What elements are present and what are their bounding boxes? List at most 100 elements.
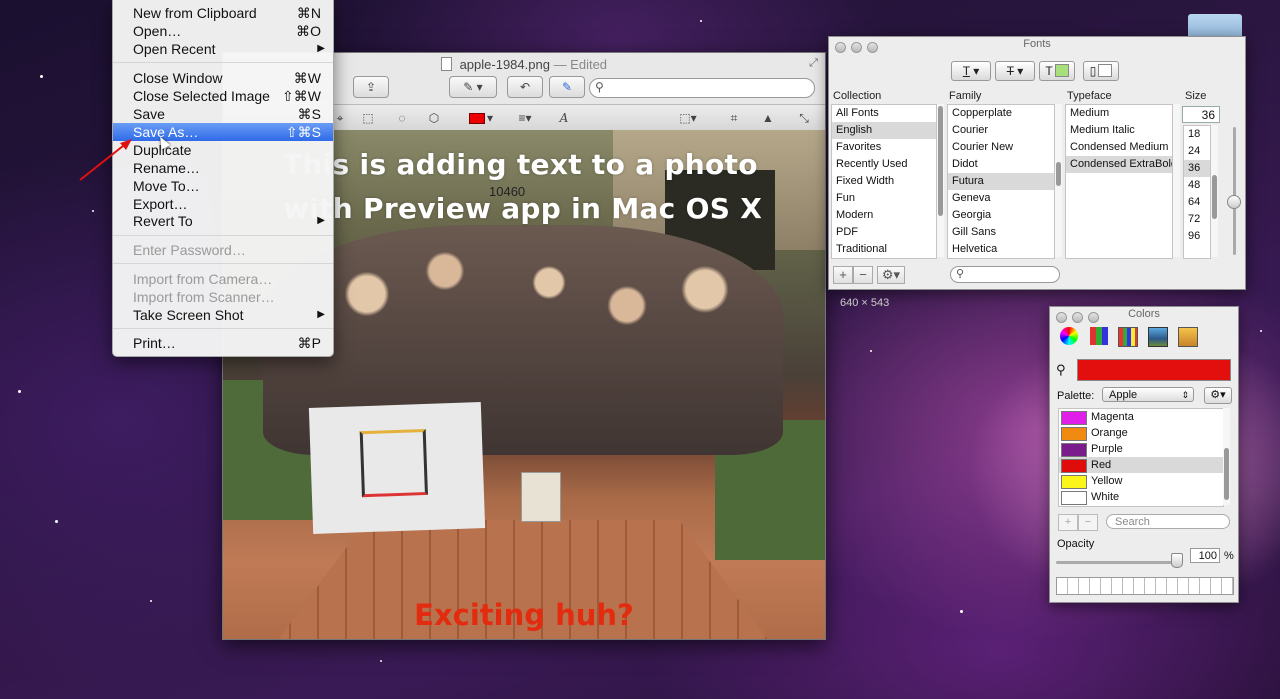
strikethrough-menu-button[interactable]: T ▾	[995, 61, 1035, 81]
palette-scrollbar[interactable]	[1223, 408, 1230, 505]
family-item[interactable]: Georgia	[948, 207, 1054, 224]
text-color-button[interactable]: T	[1039, 61, 1075, 81]
typeface-item[interactable]: Medium Italic	[1066, 122, 1172, 139]
edit-toolbar-button[interactable]: ✎	[549, 76, 585, 98]
collection-item[interactable]: Fun	[832, 190, 936, 207]
crop-icon[interactable]: ⌗	[727, 110, 741, 126]
size-scrollbar[interactable]	[1211, 125, 1218, 257]
family-item[interactable]: Helvetica	[948, 241, 1054, 258]
menu-item-print[interactable]: Print… ⌘P	[113, 334, 333, 352]
menu-item-duplicate[interactable]: Duplicate	[113, 141, 333, 159]
size-item[interactable]: 96	[1184, 228, 1210, 245]
custom-swatches[interactable]	[1056, 577, 1234, 595]
remove-color-button[interactable]: −	[1078, 514, 1098, 531]
palette-item[interactable]: Orange	[1059, 425, 1223, 441]
menu-item-export[interactable]: Export…	[113, 195, 333, 213]
color-sliders-icon[interactable]	[1090, 327, 1108, 345]
opacity-slider[interactable]	[1056, 561, 1178, 564]
palette-item[interactable]: Red	[1059, 457, 1223, 473]
menu-item-move-to[interactable]: Move To…	[113, 177, 333, 195]
overlay-text-line2[interactable]: with Preview app in Mac OS X	[283, 192, 803, 225]
border-color-swatch[interactable]	[469, 113, 485, 124]
collection-item[interactable]: English	[832, 122, 936, 139]
instant-alpha-icon[interactable]: ⬚	[361, 110, 375, 126]
palette-list[interactable]: Magenta Orange Purple Red Yellow White	[1058, 408, 1224, 507]
collection-item[interactable]: PDF	[832, 224, 936, 241]
menu-item-save[interactable]: Save ⌘S	[113, 105, 333, 123]
rotate-button[interactable]: ↶	[507, 76, 543, 98]
palette-item[interactable]: White	[1059, 489, 1223, 505]
size-item[interactable]: 24	[1184, 143, 1210, 160]
family-item[interactable]: Didot	[948, 156, 1054, 173]
collection-item[interactable]: All Fonts	[832, 105, 936, 122]
overlay-text-bottom[interactable]: Exciting huh?	[223, 598, 825, 632]
collection-item[interactable]: Fixed Width	[832, 173, 936, 190]
size-list[interactable]: 18 24 36 48 64 72 96	[1183, 125, 1211, 259]
family-item[interactable]: Courier New	[948, 139, 1054, 156]
menu-item-take-screen-shot[interactable]: Take Screen Shot ▶	[113, 306, 333, 324]
typeface-item[interactable]: Condensed Medium	[1066, 139, 1172, 156]
font-search-input[interactable]: ⚲	[950, 266, 1060, 283]
size-field[interactable]: 36	[1182, 106, 1220, 123]
typeface-item[interactable]: Medium	[1066, 105, 1172, 122]
overlay-text-line1[interactable]: This is adding text to a photo	[283, 148, 803, 181]
menu-item-new-from-clipboard[interactable]: New from Clipboard ⌘N	[113, 4, 333, 22]
document-color-button[interactable]: ▯	[1083, 61, 1119, 81]
palette-item[interactable]: Purple	[1059, 441, 1223, 457]
add-color-button[interactable]: +	[1058, 514, 1078, 531]
size-item[interactable]: 36	[1184, 160, 1210, 177]
size-slider-knob[interactable]	[1227, 195, 1241, 209]
size-item[interactable]: 72	[1184, 211, 1210, 228]
palette-item[interactable]: Yellow	[1059, 473, 1223, 489]
image-palettes-icon[interactable]	[1148, 327, 1168, 347]
size-slider[interactable]	[1233, 127, 1236, 255]
underline-menu-button[interactable]: T ▾	[951, 61, 991, 81]
current-color-well[interactable]	[1077, 359, 1231, 381]
annotate-menu-button[interactable]: ✎ ▾	[449, 76, 497, 98]
opacity-slider-knob[interactable]	[1171, 553, 1183, 568]
palette-item[interactable]: Magenta	[1059, 409, 1223, 425]
collection-item[interactable]: Modern	[832, 207, 936, 224]
family-item[interactable]: Gill Sans	[948, 224, 1054, 241]
shapes-icon[interactable]: ⬡	[427, 110, 441, 126]
remove-collection-button[interactable]: −	[853, 266, 873, 284]
selection-menu-icon[interactable]: ⬚▾	[675, 110, 701, 126]
menu-item-save-as[interactable]: Save As… ⇧⌘S	[113, 123, 333, 141]
size-item[interactable]: 64	[1184, 194, 1210, 211]
family-item[interactable]: Geneva	[948, 190, 1054, 207]
speech-bubble-icon[interactable]: ◌	[395, 110, 409, 126]
family-item[interactable]: Courier	[948, 122, 1054, 139]
adjust-size-icon[interactable]: ⤡	[797, 110, 811, 126]
typeface-list[interactable]: Medium Medium Italic Condensed Medium Co…	[1065, 104, 1173, 259]
menu-item-close-selected-image[interactable]: Close Selected Image ⇧⌘W	[113, 87, 333, 105]
fullscreen-icon[interactable]: ⤢	[807, 57, 820, 70]
select-tool-icon[interactable]: ⌖	[333, 110, 347, 126]
adjust-color-icon[interactable]: ▲	[761, 110, 775, 126]
collection-scrollbar[interactable]	[937, 104, 944, 257]
menu-item-open-recent[interactable]: Open Recent ▶	[113, 40, 333, 58]
typeface-item[interactable]: Condensed ExtraBold	[1066, 156, 1172, 173]
typeface-scrollbar[interactable]	[1173, 104, 1180, 257]
family-list[interactable]: Copperplate Courier Courier New Didot Fu…	[947, 104, 1055, 259]
line-style-icon[interactable]: ≡▾	[513, 110, 537, 126]
collection-item[interactable]: Favorites	[832, 139, 936, 156]
palette-action-button[interactable]: ⚙▾	[1204, 387, 1232, 404]
size-item[interactable]: 48	[1184, 177, 1210, 194]
family-item[interactable]: Futura	[948, 173, 1054, 190]
color-search-input[interactable]: Search	[1106, 514, 1230, 529]
magnifier-icon[interactable]: ⚲	[1056, 362, 1066, 378]
color-palettes-icon[interactable]	[1118, 327, 1138, 347]
text-style-icon[interactable]: A	[557, 110, 571, 126]
menu-item-open[interactable]: Open… ⌘O	[113, 22, 333, 40]
search-input[interactable]: ⚲	[589, 78, 815, 98]
crayons-icon[interactable]	[1178, 327, 1198, 347]
add-collection-button[interactable]: +	[833, 266, 853, 284]
action-menu-button[interactable]: ⚙▾	[877, 266, 905, 284]
menu-item-revert-to[interactable]: Revert To ▶	[113, 212, 333, 230]
menu-item-rename[interactable]: Rename…	[113, 159, 333, 177]
share-button[interactable]: ⇪	[353, 76, 389, 98]
collection-item[interactable]: Recently Used	[832, 156, 936, 173]
family-scrollbar[interactable]	[1055, 104, 1062, 257]
menu-item-close-window[interactable]: Close Window ⌘W	[113, 69, 333, 87]
color-wheel-icon[interactable]	[1060, 327, 1078, 345]
